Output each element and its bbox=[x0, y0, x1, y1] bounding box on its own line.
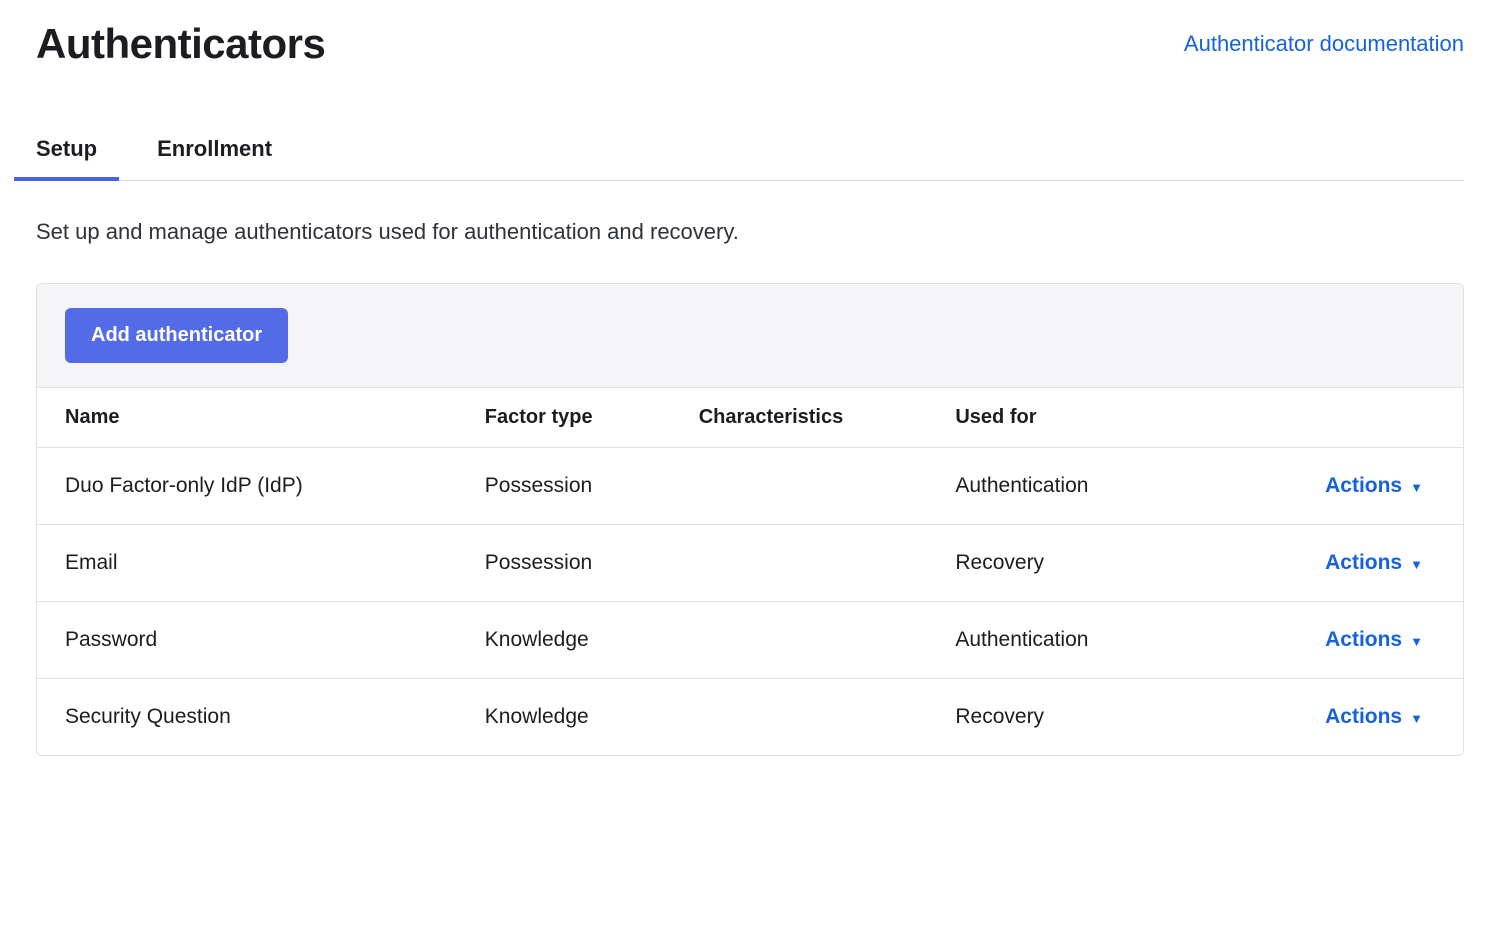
cell-name: Password bbox=[37, 602, 465, 679]
chevron-down-icon: ▼ bbox=[1410, 634, 1423, 649]
page-title: Authenticators bbox=[36, 20, 325, 68]
cell-characteristics bbox=[679, 602, 936, 679]
add-authenticator-button[interactable]: Add authenticator bbox=[65, 308, 288, 363]
cell-characteristics bbox=[679, 525, 936, 602]
cell-actions: Actions ▼ bbox=[1249, 525, 1463, 602]
authenticators-table: Name Factor type Characteristics Used fo… bbox=[37, 388, 1463, 755]
table-row: PasswordKnowledge Authentication Actions ▼ bbox=[37, 602, 1463, 679]
actions-dropdown-button[interactable]: Actions ▼ bbox=[1325, 474, 1423, 498]
cell-used-for: Recovery bbox=[935, 679, 1249, 756]
cell-actions: Actions ▼ bbox=[1249, 448, 1463, 525]
cell-name: Email bbox=[37, 525, 465, 602]
chevron-down-icon: ▼ bbox=[1410, 480, 1423, 495]
cell-factor-type: Possession bbox=[465, 448, 679, 525]
chevron-down-icon: ▼ bbox=[1410, 557, 1423, 572]
column-header-used-for: Used for bbox=[935, 388, 1249, 448]
documentation-link[interactable]: Authenticator documentation bbox=[1184, 31, 1464, 57]
column-header-factor-type: Factor type bbox=[465, 388, 679, 448]
authenticators-panel: Add authenticator Name Factor type Chara… bbox=[36, 283, 1464, 756]
tab-setup[interactable]: Setup bbox=[36, 118, 97, 180]
cell-characteristics bbox=[679, 448, 936, 525]
actions-label: Actions bbox=[1325, 705, 1402, 729]
table-row: EmailPossession Recovery Actions ▼ bbox=[37, 525, 1463, 602]
cell-actions: Actions ▼ bbox=[1249, 602, 1463, 679]
cell-characteristics bbox=[679, 679, 936, 756]
page-description: Set up and manage authenticators used fo… bbox=[36, 219, 1464, 245]
cell-name: Duo Factor-only IdP (IdP) bbox=[37, 448, 465, 525]
actions-dropdown-button[interactable]: Actions ▼ bbox=[1325, 551, 1423, 575]
cell-factor-type: Knowledge bbox=[465, 679, 679, 756]
table-row: Security QuestionKnowledge Recovery Action… bbox=[37, 679, 1463, 756]
tab-enrollment[interactable]: Enrollment bbox=[157, 118, 272, 180]
chevron-down-icon: ▼ bbox=[1410, 711, 1423, 726]
panel-header: Add authenticator bbox=[37, 284, 1463, 388]
cell-used-for: Recovery bbox=[935, 525, 1249, 602]
actions-dropdown-button[interactable]: Actions ▼ bbox=[1325, 628, 1423, 652]
tabs: Setup Enrollment bbox=[36, 118, 1464, 181]
actions-dropdown-button[interactable]: Actions ▼ bbox=[1325, 705, 1423, 729]
cell-actions: Actions ▼ bbox=[1249, 679, 1463, 756]
cell-name: Security Question bbox=[37, 679, 465, 756]
cell-used-for: Authentication bbox=[935, 448, 1249, 525]
cell-factor-type: Possession bbox=[465, 525, 679, 602]
cell-used-for: Authentication bbox=[935, 602, 1249, 679]
column-header-actions bbox=[1249, 388, 1463, 448]
cell-factor-type: Knowledge bbox=[465, 602, 679, 679]
table-row: Duo Factor-only IdP (IdP)Possession Authe… bbox=[37, 448, 1463, 525]
actions-label: Actions bbox=[1325, 474, 1402, 498]
actions-label: Actions bbox=[1325, 628, 1402, 652]
column-header-characteristics: Characteristics bbox=[679, 388, 936, 448]
column-header-name: Name bbox=[37, 388, 465, 448]
actions-label: Actions bbox=[1325, 551, 1402, 575]
